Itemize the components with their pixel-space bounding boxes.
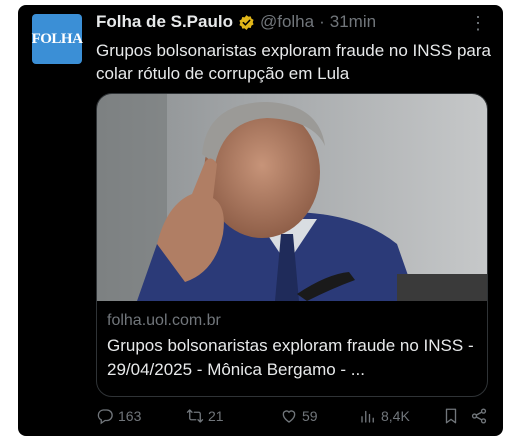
- reply-button[interactable]: 163: [96, 407, 141, 425]
- repost-button[interactable]: 21: [186, 407, 224, 425]
- timestamp[interactable]: 31min: [330, 11, 376, 33]
- separator-dot: ·: [319, 12, 325, 31]
- avatar-logo-text: FOLHA: [31, 30, 83, 47]
- tweet-header: Folha de S.Paulo @folha · 31min: [96, 11, 376, 33]
- verified-badge-icon: [239, 14, 254, 30]
- share-button[interactable]: [470, 407, 488, 425]
- views-button[interactable]: 8,4K: [359, 407, 410, 425]
- link-preview-card[interactable]: folha.uol.com.br Grupos bolsonaristas ex…: [96, 93, 488, 397]
- views-icon: [361, 410, 374, 423]
- repost-count: 21: [208, 408, 224, 424]
- reply-count: 163: [118, 408, 142, 424]
- repost-icon: [186, 409, 204, 423]
- tweet-card[interactable]: FOLHA Folha de S.Paulo @folha · 31min ⋮ …: [18, 5, 503, 436]
- link-title: Grupos bolsonaristas exploram fraude no …: [107, 336, 474, 379]
- share-icon: [471, 408, 487, 424]
- tweet-text: Grupos bolsonaristas exploram fraude no …: [96, 41, 491, 83]
- link-domain: folha.uol.com.br: [107, 312, 221, 329]
- avatar[interactable]: FOLHA: [31, 14, 83, 64]
- action-bar: 163 21 59 8,4K: [96, 407, 488, 431]
- like-count: 59: [302, 408, 318, 424]
- views-count: 8,4K: [381, 408, 410, 424]
- display-name[interactable]: Folha de S.Paulo: [96, 11, 233, 33]
- reply-icon: [97, 409, 113, 425]
- bookmark-button[interactable]: [442, 407, 460, 425]
- handle[interactable]: @folha: [260, 11, 314, 33]
- bookmark-icon: [445, 408, 457, 424]
- like-button[interactable]: 59: [280, 407, 318, 425]
- like-icon: [282, 410, 296, 423]
- link-preview-image: [97, 94, 487, 301]
- more-options-icon[interactable]: ⋮: [469, 14, 487, 32]
